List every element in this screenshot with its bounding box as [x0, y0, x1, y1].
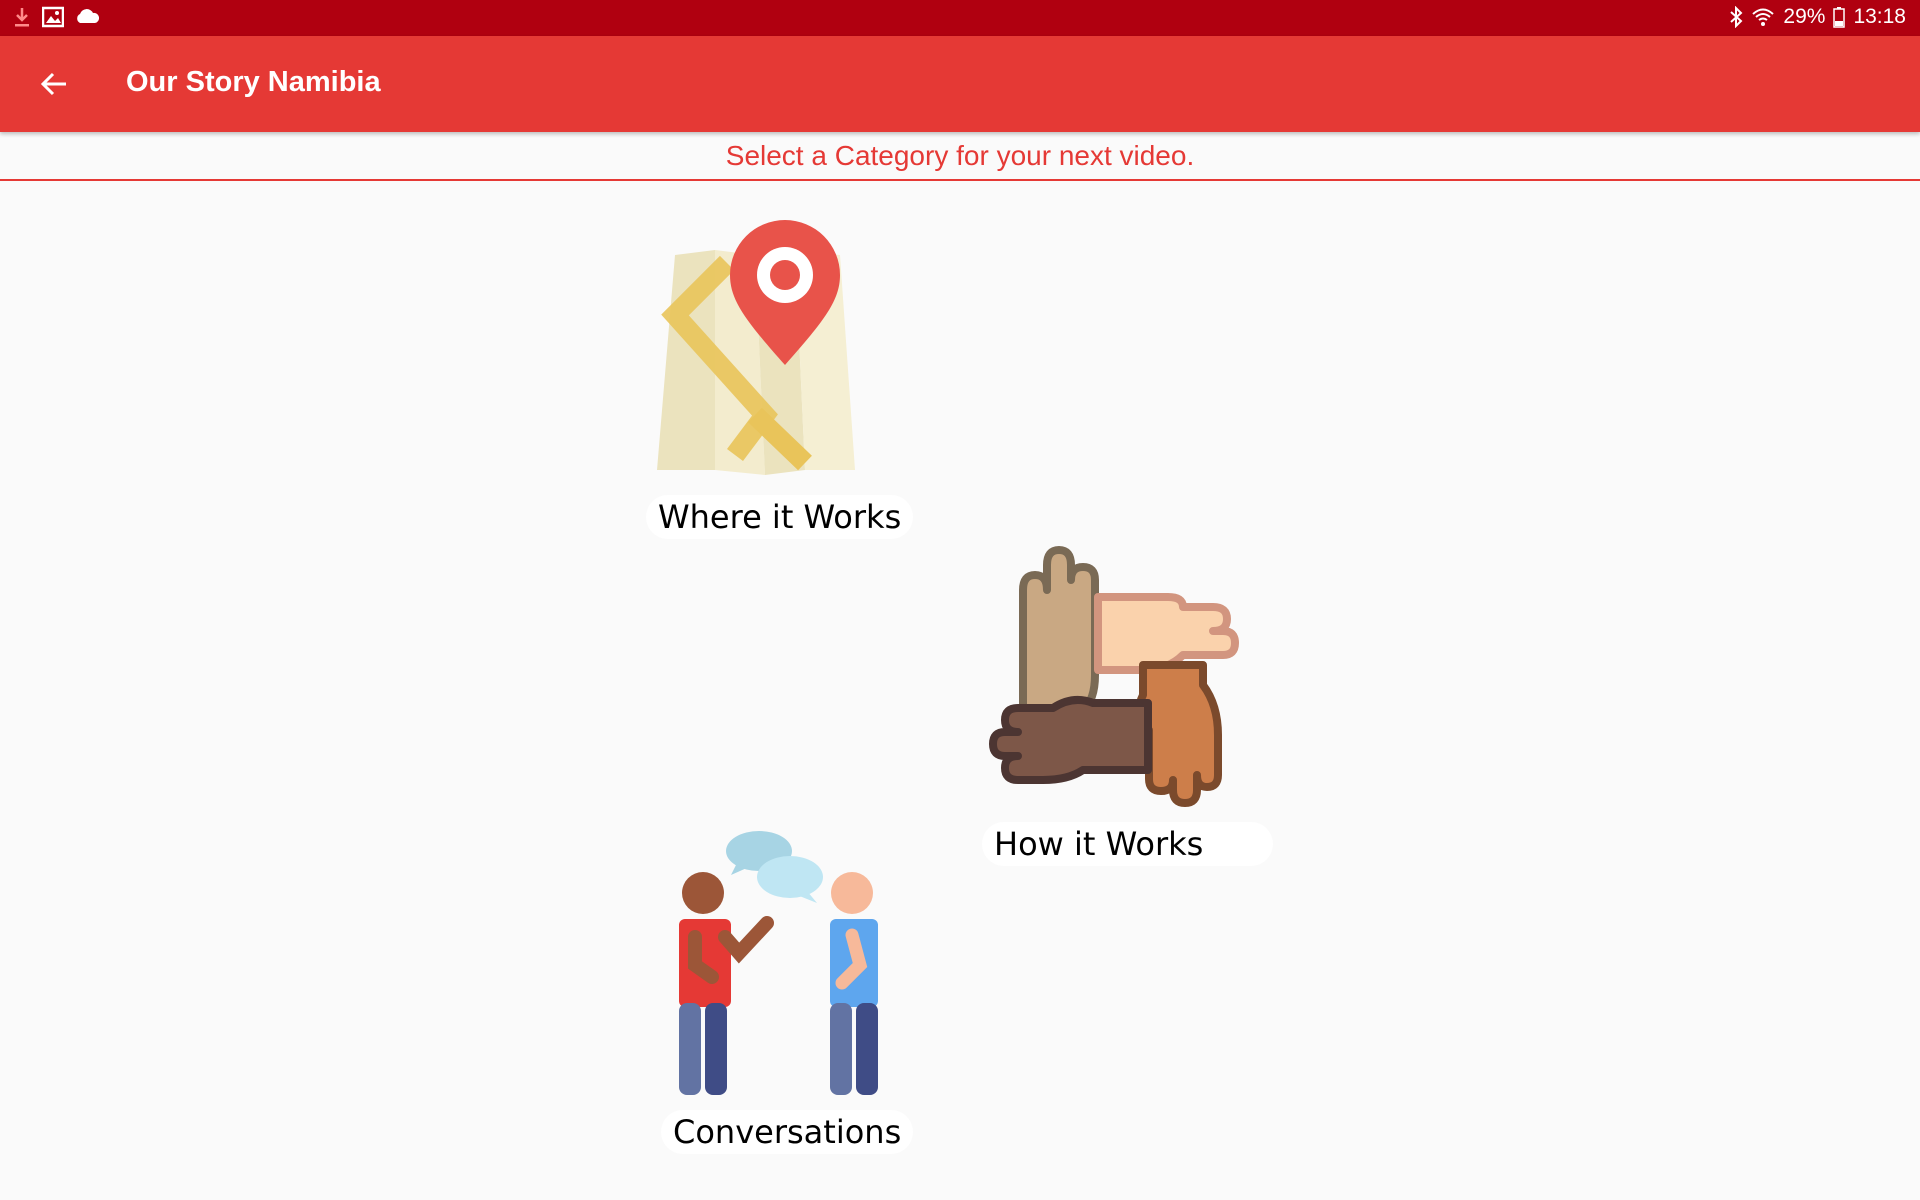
- arrow-back-icon: [40, 72, 66, 96]
- cloud-icon: [77, 9, 100, 23]
- category-label: How it Works: [982, 822, 1274, 866]
- battery-percent: 29%: [1783, 5, 1826, 28]
- category-label: Conversations: [661, 1110, 914, 1154]
- download-icon: [15, 8, 29, 27]
- instruction-header: Select a Category for your next video.: [0, 134, 1920, 181]
- clock: 13:18: [1853, 5, 1906, 28]
- back-button[interactable]: [30, 60, 78, 108]
- hands-icon: [989, 546, 1239, 807]
- category-where-it-works[interactable]: Where it Works: [640, 215, 930, 540]
- image-icon: [42, 6, 64, 28]
- wifi-icon: [1752, 8, 1775, 26]
- battery-icon: [1833, 7, 1846, 28]
- instruction-text: Select a Category for your next video.: [725, 140, 1195, 171]
- category-how-it-works[interactable]: How it Works: [978, 530, 1288, 866]
- app-bar: Our Story Namibia: [0, 36, 1920, 132]
- bluetooth-icon: [1730, 6, 1743, 28]
- notification-icons: [12, 6, 100, 28]
- category-conversations[interactable]: Conversations: [655, 825, 915, 1155]
- status-bar: 29% 13:18: [0, 0, 1920, 36]
- category-label: Where it Works: [646, 495, 914, 539]
- conversation-icon: [679, 831, 878, 1095]
- map-pin-icon: [657, 220, 855, 475]
- page-title: Our Story Namibia: [126, 66, 381, 98]
- system-indicators: 29% 13:18: [1729, 5, 1906, 29]
